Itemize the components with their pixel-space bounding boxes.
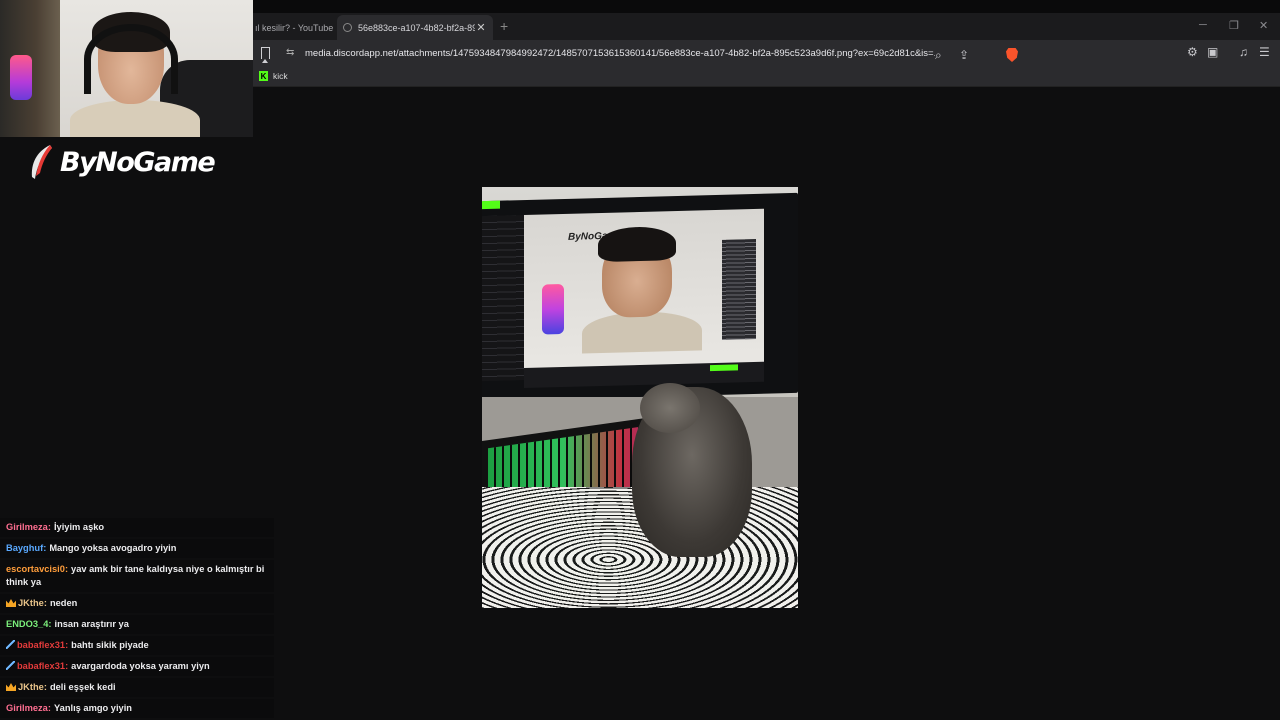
viewed-image[interactable]: ByNoGame: [482, 187, 798, 608]
webcam-feed: [0, 0, 253, 137]
sword-badge-icon: [6, 640, 15, 649]
chat-separator: :: [43, 682, 47, 692]
webcam-streamer-body: [70, 100, 200, 137]
photo-kitten-head: [640, 383, 700, 433]
photo-kick-badge: [482, 200, 500, 210]
chat-username[interactable]: escortavcisi0: [6, 564, 65, 574]
new-tab-button[interactable]: +: [500, 18, 508, 34]
chat-username[interactable]: babaflex31: [17, 640, 65, 650]
sidebar-icon[interactable]: ▣: [1207, 45, 1218, 59]
chat-text: Mango yoksa avogadro yiyin: [49, 543, 177, 553]
chat-message: babaflex31: avargardoda yoksa yaramı yiyn: [0, 657, 274, 676]
photo-stream-chat: [722, 238, 756, 340]
chat-separator: :: [43, 543, 47, 553]
zoom-icon[interactable]: ⌕: [935, 48, 942, 63]
chat-username[interactable]: babaflex31: [17, 661, 65, 671]
photo-stream-person-hair: [598, 226, 676, 263]
bookmarks-bar: K kick: [253, 67, 1280, 87]
chat-text: insan araştırır ya: [54, 619, 129, 629]
tab-title: ıl kesilir? - YouTube: [255, 22, 334, 33]
chat-message: JKthe: neden: [0, 594, 274, 613]
chat-message: babaflex31: bahtı sikik piyade: [0, 636, 274, 655]
chat-text: İyiyim aşko: [53, 522, 105, 532]
chat-message: escortavcisi0: yav amk bir tane kaldıysa …: [0, 560, 274, 592]
chat-username[interactable]: Girilmeza: [6, 522, 48, 532]
chat-message: Bayghuf: Mango yoksa avogadro yiyin: [0, 539, 274, 558]
bynogame-logo: ByNoGame: [28, 144, 216, 180]
webcam-rgb-lamp: [10, 55, 32, 100]
chat-separator: :: [47, 522, 51, 532]
globe-icon: [343, 23, 352, 32]
chat-separator: :: [48, 619, 52, 629]
tab-title: 56e883ce-a107-4b82-bf2a-895c: [358, 22, 475, 33]
chat-text: bahtı sikik piyade: [71, 640, 149, 650]
brave-shields-icon[interactable]: [1006, 48, 1018, 62]
chat-text: Yanlış amgo yiyin: [53, 703, 132, 713]
bookmark-kick[interactable]: K kick: [259, 71, 288, 81]
chat-separator: :: [64, 564, 69, 574]
kick-icon: K: [259, 71, 268, 81]
chat-username[interactable]: ENDO3_4: [6, 619, 48, 629]
close-tab-icon[interactable]: ✕: [475, 21, 487, 34]
menu-icon[interactable]: ☰: [1259, 45, 1270, 59]
bookmark-icon[interactable]: [261, 47, 270, 63]
photo-stream-sidebar: [482, 215, 524, 382]
chat-username[interactable]: JKthe: [18, 598, 44, 608]
crown-badge-icon: [6, 683, 16, 691]
chat-message: Girilmeza: İyiyim aşko: [0, 518, 274, 537]
photo-stream-follow-button: [710, 364, 738, 372]
chat-message: ENDO3_4: insan araştırır ya: [0, 615, 274, 634]
photo-stream-lamp: [542, 283, 564, 335]
address-url[interactable]: media.discordapp.net/attachments/1475934…: [305, 48, 935, 59]
tab-youtube[interactable]: ıl kesilir? - YouTube: [253, 15, 335, 40]
minimize-button[interactable]: ─: [1199, 19, 1207, 31]
webcam-headset: [84, 24, 178, 94]
chat-message: JKthe: deli eşşek kedi: [0, 678, 274, 697]
site-settings-icon[interactable]: ⇆: [286, 47, 294, 58]
bookmark-label: kick: [273, 71, 288, 81]
photo-monitor: ByNoGame: [482, 192, 798, 402]
chat-separator: :: [65, 661, 69, 671]
media-icon[interactable]: ♫: [1239, 45, 1248, 59]
restore-button[interactable]: ❐: [1229, 19, 1239, 32]
sword-badge-icon: [6, 661, 15, 670]
close-window-button[interactable]: ✕: [1259, 19, 1268, 32]
extensions-icon[interactable]: ⚙: [1187, 45, 1198, 59]
chat-username[interactable]: JKthe: [18, 682, 44, 692]
chat-separator: :: [65, 640, 69, 650]
chat-username[interactable]: Girilmeza: [6, 703, 48, 713]
crown-badge-icon: [6, 599, 16, 607]
chat-separator: :: [47, 703, 51, 713]
chat-text: neden: [49, 598, 78, 608]
browser-toolbar: ⇆ media.discordapp.net/attachments/14759…: [253, 40, 1280, 67]
tab-bar: ıl kesilir? - YouTube 56e883ce-a107-4b82…: [253, 13, 1280, 40]
share-icon[interactable]: ⇪: [959, 48, 969, 62]
tab-image[interactable]: 56e883ce-a107-4b82-bf2a-895c ✕: [337, 15, 493, 40]
chat-separator: :: [43, 598, 47, 608]
bynogame-feather-icon: [31, 145, 52, 179]
chat-message: Girilmeza: Yanlış amgo yiyin: [0, 699, 274, 718]
chat-text: avargardoda yoksa yaramı yiyn: [71, 661, 210, 671]
chat-text: deli eşşek kedi: [49, 682, 116, 692]
chat-username[interactable]: Bayghuf: [6, 543, 43, 553]
chat-overlay: Girilmeza: İyiyim aşko Bayghuf: Mango yoksa…: [0, 518, 274, 720]
logo-text: ByNoGame: [60, 146, 216, 178]
address-bar[interactable]: ⇆ media.discordapp.net/attachments/14759…: [279, 43, 1018, 64]
screen-top-strip: [253, 0, 1280, 13]
